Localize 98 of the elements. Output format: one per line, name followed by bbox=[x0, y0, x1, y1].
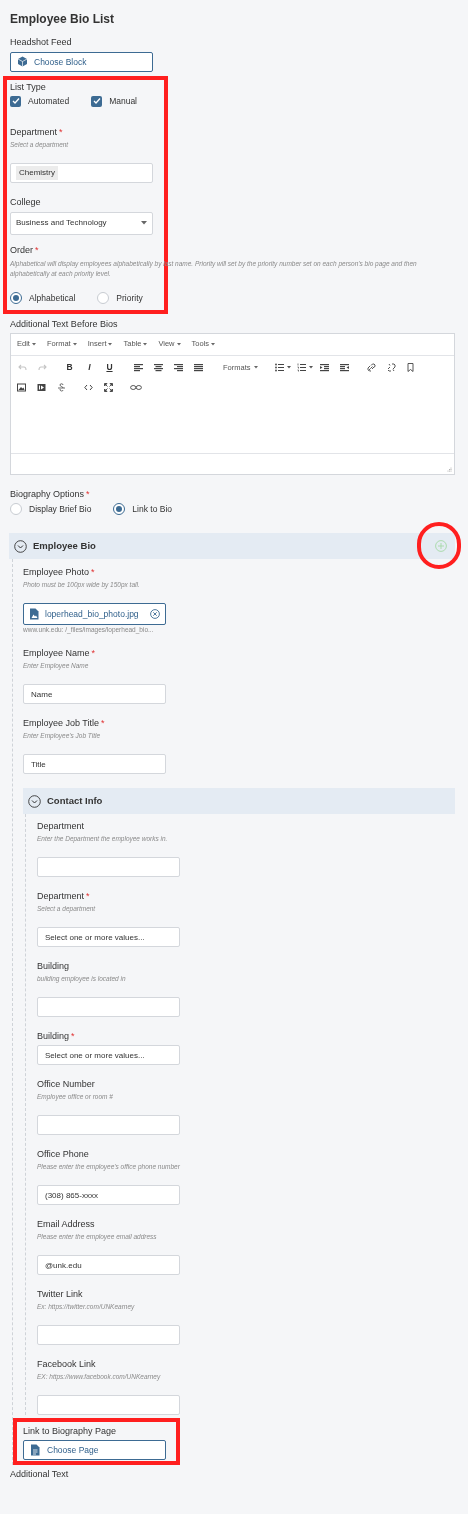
radio-label: Alphabetical bbox=[29, 291, 76, 305]
checkbox[interactable] bbox=[10, 95, 21, 107]
remove-icon[interactable] bbox=[150, 609, 160, 620]
media-icon[interactable] bbox=[37, 383, 46, 392]
numbered-list-icon[interactable] bbox=[296, 363, 306, 372]
select-input[interactable]: Select one or more values... bbox=[37, 1045, 180, 1066]
required-mark: * bbox=[91, 566, 95, 579]
checkbox-label: Manual bbox=[109, 95, 137, 108]
caret-icon bbox=[211, 342, 216, 346]
caret-icon bbox=[72, 342, 77, 346]
indent-icon[interactable] bbox=[339, 363, 349, 372]
field-label: Office Phone bbox=[37, 1148, 89, 1161]
italic-button[interactable]: I bbox=[85, 361, 94, 374]
radio-button[interactable] bbox=[113, 502, 126, 515]
field-label: Building bbox=[37, 1030, 70, 1043]
image-icon[interactable] bbox=[17, 383, 26, 392]
section-title: Contact Info bbox=[47, 794, 103, 809]
choose-button[interactable]: Choose Block bbox=[10, 52, 153, 72]
section-header[interactable]: Employee Bio bbox=[9, 533, 455, 560]
file-chip[interactable]: loperhead_bio_photo.jpg bbox=[23, 603, 166, 626]
caret-icon bbox=[253, 366, 258, 369]
college-select[interactable]: Business and Technology bbox=[10, 211, 153, 235]
select-input[interactable]: Select one or more values... bbox=[37, 927, 180, 948]
code-icon[interactable] bbox=[84, 383, 93, 392]
dropdown-caret-icon bbox=[141, 221, 147, 226]
text-input[interactable]: Title bbox=[23, 754, 166, 775]
field-label: Facebook Link bbox=[37, 1358, 96, 1371]
field-label: Additional Text Before Bios bbox=[10, 317, 118, 330]
section-header[interactable]: Contact Info bbox=[23, 788, 455, 815]
field-label: Headshot Feed bbox=[10, 36, 72, 48]
bullet-list-icon[interactable] bbox=[274, 363, 284, 372]
file-name: loperhead_bio_photo.jpg bbox=[45, 607, 140, 621]
field-label: Department bbox=[37, 890, 85, 903]
required-mark: * bbox=[91, 647, 96, 660]
field-label: Email Address bbox=[37, 1218, 95, 1231]
outdent-icon[interactable] bbox=[319, 363, 329, 372]
bold-button[interactable]: B bbox=[65, 361, 74, 374]
radio-label: Priority bbox=[116, 291, 143, 305]
radio-label: Link to Bio bbox=[132, 502, 173, 516]
tag-chip: Chemistry bbox=[16, 165, 58, 180]
caret-icon bbox=[143, 342, 148, 346]
field-label: Link to Biography Page bbox=[23, 1425, 117, 1438]
checkbox[interactable] bbox=[91, 95, 103, 107]
required-mark: * bbox=[59, 125, 63, 138]
align-left-icon[interactable] bbox=[134, 363, 143, 372]
text-input[interactable]: (308) 865-xxxx bbox=[37, 1185, 180, 1206]
checkbox-label: Automated bbox=[28, 95, 70, 108]
link-icon[interactable] bbox=[366, 363, 376, 372]
field-label: Department bbox=[37, 820, 85, 833]
field-label: Order bbox=[10, 243, 33, 256]
text-input[interactable] bbox=[37, 1395, 180, 1416]
text-input[interactable] bbox=[37, 1115, 180, 1136]
unlink-icon[interactable] bbox=[386, 363, 396, 372]
fullscreen-icon[interactable] bbox=[104, 383, 113, 392]
radio-button[interactable] bbox=[10, 292, 22, 305]
caret-icon bbox=[31, 342, 36, 346]
tag-field[interactable]: Chemistry bbox=[10, 162, 153, 183]
text-input[interactable] bbox=[37, 857, 180, 878]
document-icon bbox=[30, 1444, 41, 1457]
align-justify-icon[interactable] bbox=[194, 363, 203, 372]
field-label: College bbox=[10, 195, 41, 208]
choose-button[interactable]: Choose Page bbox=[23, 1440, 166, 1461]
image-file-icon bbox=[29, 608, 40, 621]
field-label: Employee Name bbox=[23, 647, 90, 660]
required-mark: * bbox=[86, 487, 90, 500]
caret-icon bbox=[176, 342, 181, 346]
radio-label: Display Brief Bio bbox=[29, 502, 92, 516]
chevron-circle-icon[interactable] bbox=[28, 794, 41, 808]
field-label: Biography Options bbox=[10, 487, 85, 500]
field-label: Department bbox=[10, 125, 58, 138]
required-mark: * bbox=[86, 890, 90, 903]
text-input[interactable] bbox=[37, 1325, 180, 1346]
cube-icon bbox=[17, 56, 28, 68]
text-input[interactable]: @unk.edu bbox=[37, 1255, 180, 1276]
field-label: Employee Photo bbox=[23, 566, 90, 579]
horizontal-rule-icon[interactable] bbox=[130, 383, 142, 392]
required-mark: * bbox=[71, 1030, 75, 1043]
field-label: Building bbox=[37, 960, 70, 973]
chevron-circle-icon[interactable] bbox=[14, 539, 27, 553]
field-label: Twitter Link bbox=[37, 1288, 83, 1301]
special-character-icon[interactable] bbox=[57, 383, 66, 392]
caret-icon[interactable] bbox=[286, 366, 291, 369]
text-input[interactable] bbox=[37, 997, 180, 1018]
caret-icon bbox=[108, 342, 113, 346]
text-input[interactable]: Name bbox=[23, 684, 166, 705]
required-mark: * bbox=[101, 717, 105, 730]
section-title: Employee Bio bbox=[33, 539, 97, 554]
caret-icon[interactable] bbox=[308, 366, 313, 369]
underline-button[interactable]: U bbox=[105, 361, 114, 374]
field-label: List Type bbox=[10, 81, 46, 93]
field-label: Additional Text bbox=[10, 1468, 69, 1481]
align-right-icon[interactable] bbox=[174, 363, 183, 372]
bookmark-icon[interactable] bbox=[405, 363, 415, 372]
page-title: Employee Bio List bbox=[10, 11, 116, 27]
field-label: Office Number bbox=[37, 1078, 95, 1091]
field-label: Employee Job Title bbox=[23, 717, 100, 730]
required-mark: * bbox=[35, 243, 39, 256]
align-center-icon[interactable] bbox=[154, 363, 163, 372]
